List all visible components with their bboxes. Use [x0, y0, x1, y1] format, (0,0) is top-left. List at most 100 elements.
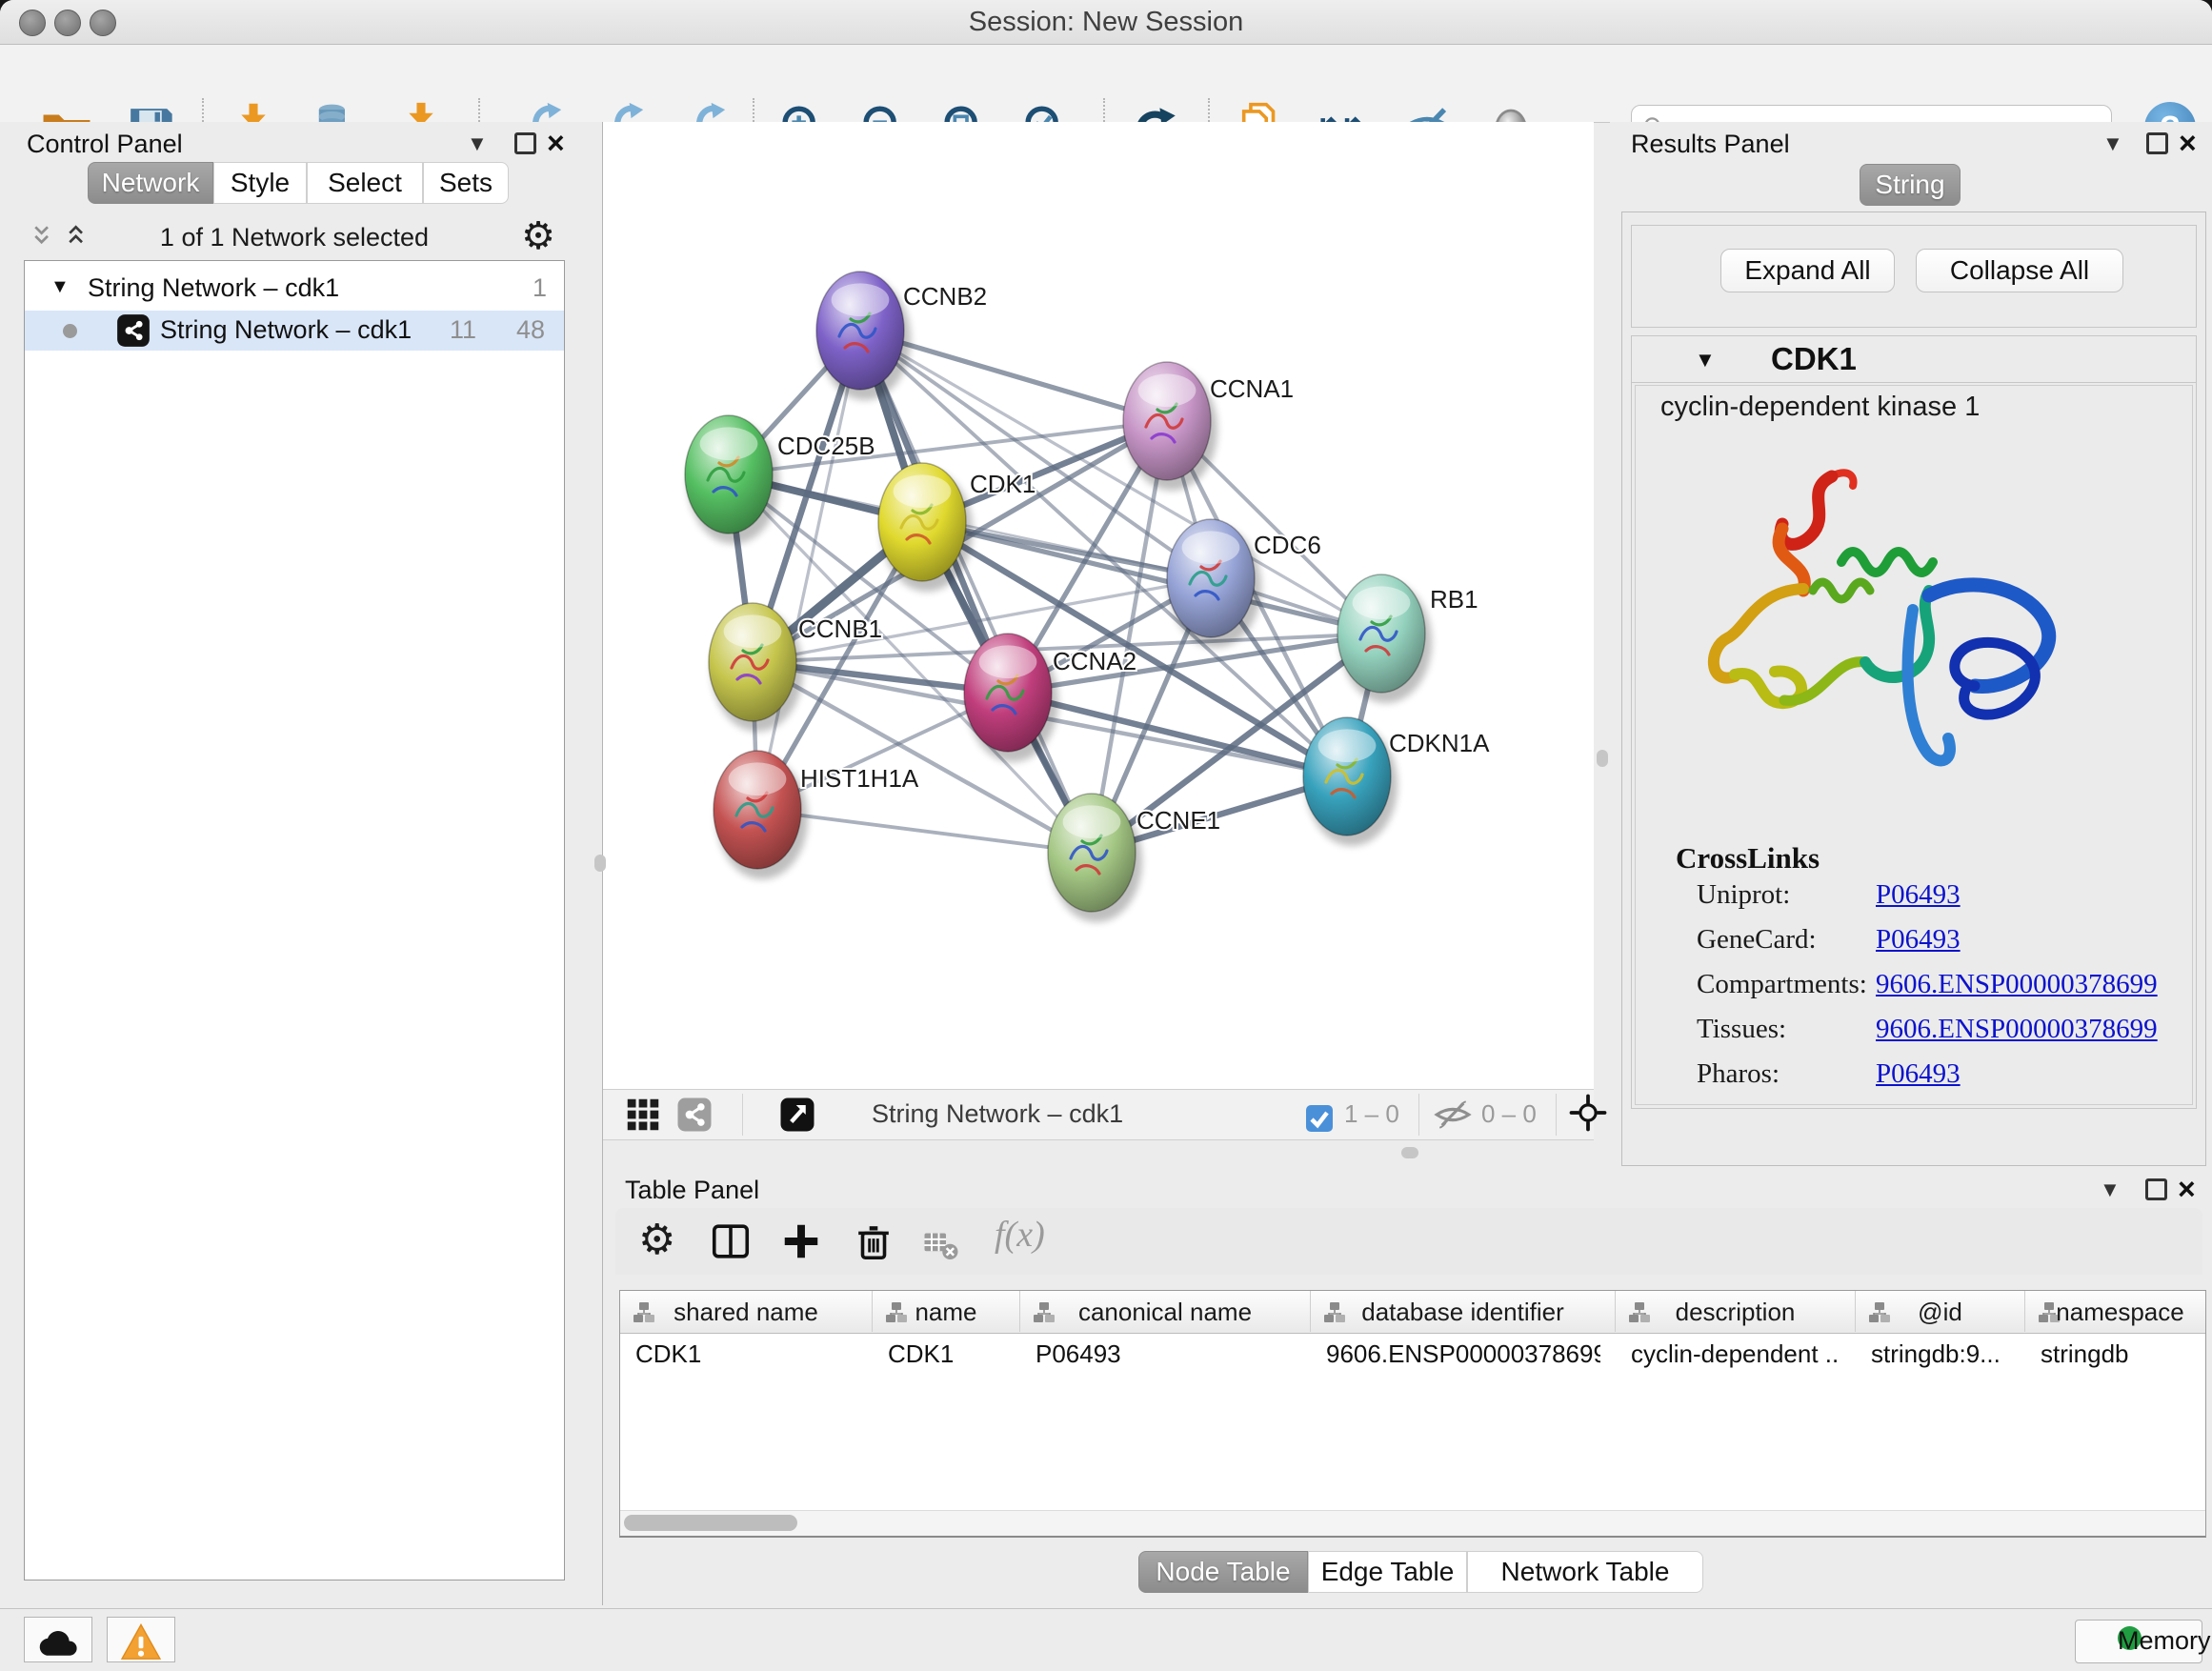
node-table[interactable]: shared namenamecanonical namedatabase id…: [619, 1290, 2206, 1538]
float-panel-icon[interactable]: [2146, 132, 2168, 154]
crosslink-link[interactable]: P06493: [1876, 924, 1961, 955]
crosslink-link[interactable]: 9606.ENSP00000378699: [1876, 1014, 2158, 1044]
column-header-canonical-name[interactable]: canonical name: [1020, 1291, 1311, 1332]
warnings-button[interactable]: [107, 1617, 175, 1662]
scrollbar-thumb[interactable]: [624, 1515, 797, 1531]
node-CCNB2[interactable]: CCNB2: [816, 272, 987, 400]
svg-text:CCNB1: CCNB1: [798, 614, 882, 643]
node-CCNE1[interactable]: CCNE1: [1048, 794, 1220, 922]
panel-menu-icon[interactable]: ▼: [467, 131, 488, 156]
show-columns-icon[interactable]: [709, 1219, 753, 1263]
column-header-shared-name[interactable]: shared name: [620, 1291, 873, 1332]
gene-details-box: ▼ CDK1 cyclin-dependent kinase 1: [1631, 335, 2197, 1109]
table-cell[interactable]: cyclin-dependent ...: [1616, 1333, 1840, 1373]
network-tree: ▼ String Network – cdk1 1 String Network…: [24, 260, 565, 1580]
table-cell[interactable]: CDK1: [873, 1333, 1005, 1373]
table-header-row: shared namenamecanonical namedatabase id…: [620, 1291, 2206, 1334]
column-header-database-identifier[interactable]: database identifier: [1311, 1291, 1616, 1332]
svg-text:CDK1: CDK1: [970, 470, 1036, 498]
tab-network[interactable]: Network: [88, 162, 213, 204]
gene-content: cyclin-dependent kinase 1: [1635, 385, 2193, 1105]
string-network-graph[interactable]: CCNB2 CCNA1 CDC25B CDK1 CDC6: [603, 122, 1594, 1089]
column-header-description[interactable]: description: [1616, 1291, 1856, 1332]
crosslink-link[interactable]: P06493: [1876, 1058, 1961, 1089]
grid-view-icon[interactable]: [624, 1096, 662, 1134]
close-panel-icon[interactable]: ×: [547, 130, 565, 156]
cloud-icon: [30, 1621, 86, 1663]
float-panel-icon[interactable]: [514, 132, 536, 154]
network-status-dot: [63, 324, 77, 338]
cytoscape-window: Session: New Session ? Control Panel: [0, 0, 2212, 1671]
expand-all-button[interactable]: Expand All: [1720, 249, 1895, 292]
column-header-name[interactable]: name: [873, 1291, 1020, 1332]
selected-checkbox-icon[interactable]: [1304, 1099, 1335, 1137]
gene-header-row[interactable]: ▼ CDK1: [1632, 336, 2196, 383]
expand-collapse-bar: Expand All Collapse All: [1631, 225, 2197, 328]
birds-eye-view-icon[interactable]: [778, 1096, 816, 1134]
collapse-all-button[interactable]: Collapse All: [1916, 249, 2123, 292]
tab-select[interactable]: Select: [307, 162, 423, 204]
tab-node-table[interactable]: Node Table: [1138, 1551, 1308, 1593]
network-collection-row[interactable]: ▼ String Network – cdk1 1: [25, 269, 564, 309]
table-horizontal-scrollbar[interactable]: [620, 1510, 2205, 1536]
memory-button[interactable]: Memory: [2075, 1620, 2202, 1663]
function-builder-icon: f(x): [995, 1214, 1038, 1258]
table-settings-gear-icon[interactable]: ⚙: [638, 1216, 682, 1259]
string-share-icon[interactable]: [675, 1096, 714, 1134]
tab-style[interactable]: Style: [213, 162, 307, 204]
network-view[interactable]: CCNB2 CCNA1 CDC25B CDK1 CDC6: [603, 122, 1594, 1089]
node-RB1[interactable]: RB1: [1337, 574, 1478, 703]
hidden-count: 0 – 0: [1481, 1099, 1537, 1129]
crosslink-link[interactable]: 9606.ENSP00000378699: [1876, 969, 2158, 999]
panel-menu-icon[interactable]: ▼: [2100, 1178, 2121, 1202]
close-panel-icon[interactable]: ×: [2178, 1176, 2196, 1202]
right-splitter-handle[interactable]: [1597, 750, 1608, 767]
svg-text:RB1: RB1: [1430, 585, 1478, 614]
node-CDKN1A[interactable]: CDKN1A: [1303, 717, 1490, 846]
svg-text:CDC6: CDC6: [1254, 531, 1321, 559]
tab-sets[interactable]: Sets: [423, 162, 509, 204]
status-bar: Memory: [0, 1608, 2212, 1671]
network-row[interactable]: String Network – cdk1 11 48: [25, 311, 564, 351]
crosslink-label: GeneCard:: [1697, 924, 1817, 955]
collapse-collection-icon[interactable]: ▼: [50, 276, 70, 298]
crosslink-label: Uniprot:: [1697, 879, 1790, 910]
tab-string[interactable]: String: [1860, 164, 1961, 206]
node-CDK1[interactable]: CDK1: [878, 463, 1036, 592]
hidden-eye-icon[interactable]: [1434, 1096, 1472, 1134]
add-column-icon[interactable]: [779, 1219, 823, 1263]
network-label: String Network – cdk1: [160, 315, 412, 345]
network-nodes: CCNB2 CCNA1 CDC25B CDK1 CDC6: [685, 272, 1490, 922]
node-HIST1H1A[interactable]: HIST1H1A: [714, 751, 919, 879]
delete-column-icon[interactable]: [852, 1219, 895, 1263]
main-toolbar: ?: [0, 45, 2212, 123]
network-selection-bar: 1 of 1 Network selected ⚙: [24, 217, 565, 261]
cloud-button[interactable]: [24, 1617, 92, 1662]
float-panel-icon[interactable]: [2145, 1178, 2167, 1200]
table-cell[interactable]: P06493: [1020, 1333, 1296, 1373]
collapse-gene-icon[interactable]: ▼: [1695, 348, 1716, 372]
title-bar: Session: New Session: [0, 0, 2212, 45]
table-cell[interactable]: stringdb:9...: [1856, 1333, 2010, 1373]
node-CCNA1[interactable]: CCNA1: [1123, 362, 1294, 491]
network-edge-count: 48: [516, 315, 545, 345]
crosslink-row: Compartments:9606.ENSP00000378699: [1697, 969, 2173, 1014]
close-panel-icon[interactable]: ×: [2179, 130, 2197, 156]
panel-menu-icon[interactable]: ▼: [2102, 131, 2123, 156]
control-panel-title: Control Panel: [27, 130, 183, 159]
column-header--id[interactable]: @id: [1856, 1291, 2025, 1332]
crosshair-icon[interactable]: [1567, 1094, 1609, 1132]
column-header-namespace[interactable]: namespace: [2025, 1291, 2206, 1332]
network-selection-status: 1 of 1 Network selected: [24, 223, 565, 252]
table-cell[interactable]: CDK1: [620, 1333, 857, 1373]
network-options-gear-icon[interactable]: ⚙: [521, 217, 555, 255]
svg-text:CCNE1: CCNE1: [1136, 806, 1220, 835]
bottom-splitter-handle[interactable]: [1401, 1147, 1418, 1158]
crosslink-link[interactable]: P06493: [1876, 879, 1961, 910]
tab-edge-table[interactable]: Edge Table: [1308, 1551, 1467, 1593]
node-CDC25B[interactable]: CDC25B: [685, 415, 875, 544]
table-cell[interactable]: 9606.ENSP00000378699: [1311, 1333, 1600, 1373]
tab-network-table[interactable]: Network Table: [1467, 1551, 1703, 1593]
table-cell[interactable]: stringdb: [2025, 1333, 2201, 1373]
left-splitter-handle[interactable]: [594, 855, 606, 872]
